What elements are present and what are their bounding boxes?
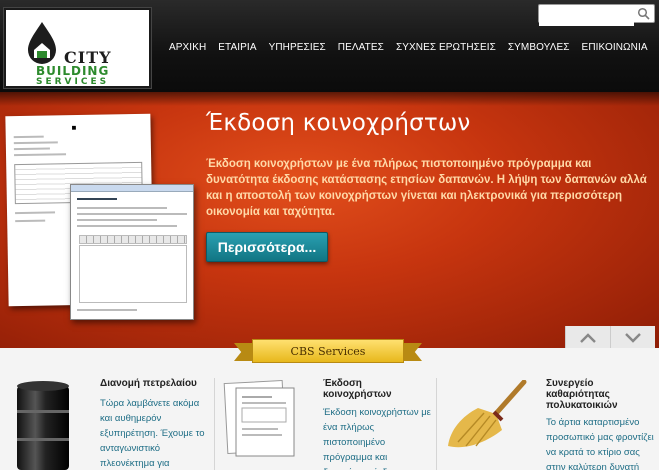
nav-item-home[interactable]: ΑΡΧΙΚΗ — [163, 42, 212, 53]
nav-item-tips[interactable]: ΣΥΜΒΟΥΛΕΣ — [502, 42, 576, 53]
nav-item-clients[interactable]: ΠΕΛΑΤΕΣ — [332, 42, 390, 53]
card-divider — [214, 378, 215, 470]
logo-word-services: SERVICES — [36, 77, 110, 87]
form-line — [77, 225, 177, 227]
email-form-image — [70, 184, 194, 320]
card-divider — [436, 378, 437, 470]
search-box — [538, 4, 655, 26]
hero-description: Έκδοση κοινοχρήστων με ένα πλήρως πιστοπ… — [206, 158, 647, 218]
house-drop-icon — [28, 22, 56, 64]
form-line — [77, 219, 157, 221]
service-text: Το άρτια καταρτισμένο προσωπικό μας φρον… — [546, 417, 654, 470]
form-line — [77, 198, 117, 200]
nav-item-faq[interactable]: ΣΥΧΝΕΣ ΕΡΩΤΗΣΕΙΣ — [390, 42, 502, 53]
form-line — [77, 309, 137, 311]
section-ribbon: CBS Services — [234, 339, 422, 365]
hero-title: Έκδοση κοινοχρήστων — [206, 110, 471, 136]
form-line — [77, 213, 187, 215]
document-line — [15, 219, 46, 223]
slider-prev-button[interactable] — [565, 326, 610, 350]
header: CITY BUILDING SERVICES ΑΡΧΙΚΗ ΕΤΑΙΡΙΑ ΥΠ… — [0, 0, 659, 92]
service-title[interactable]: Συνεργείο καθαριότητας πολυκατοικιών — [546, 378, 656, 411]
chevron-up-icon — [580, 333, 596, 343]
chevron-down-icon — [625, 333, 641, 343]
hero-shadow — [0, 92, 659, 106]
slider-next-button[interactable] — [610, 326, 655, 350]
service-text: Τώρα λαμβάνετε ακόμα και αυθημερόν εξυπη… — [100, 398, 205, 469]
editor-toolbar — [79, 235, 187, 244]
form-titlebar — [71, 185, 193, 192]
hero-slide: ■ Έκδοση κοινοχρήστων Έκδοση κοινοχρήστω… — [0, 92, 659, 348]
service-title[interactable]: Έκδοση κοινοχρήστων — [323, 378, 423, 400]
documents-icon — [223, 380, 295, 457]
editor-area — [79, 245, 187, 303]
service-text: Έκδοση κοινοχρήστων με ένα πλήρως πιστοπ… — [323, 407, 431, 470]
search-icon[interactable] — [637, 7, 650, 20]
broom-icon — [448, 380, 527, 448]
nav-item-services[interactable]: ΥΠΗΡΕΣΙΕΣ — [263, 42, 332, 53]
slider-controls — [565, 326, 655, 350]
document-line — [13, 147, 50, 151]
document-line — [13, 135, 44, 139]
form-line — [77, 207, 167, 209]
document-line — [14, 153, 67, 157]
site-logo[interactable]: CITY BUILDING SERVICES — [4, 8, 151, 88]
main-nav: ΑΡΧΙΚΗ ΕΤΑΙΡΙΑ ΥΠΗΡΕΣΙΕΣ ΠΕΛΑΤΕΣ ΣΥΧΝΕΣ … — [163, 42, 654, 53]
logo-word-building: BUILDING — [36, 64, 110, 78]
service-title[interactable]: Διανομή πετρελαίου — [100, 378, 220, 389]
nav-item-contact[interactable]: ΕΠΙΚΟΙΝΩΝΙΑ — [576, 42, 654, 53]
oil-barrel-icon — [17, 381, 69, 470]
document-heading-mark: ■ — [71, 125, 77, 132]
document-line — [13, 141, 58, 145]
more-button[interactable]: Περισσότερα... — [206, 232, 328, 262]
document-line — [15, 211, 56, 215]
section-title: CBS Services — [252, 339, 404, 363]
nav-item-company[interactable]: ΕΤΑΙΡΙΑ — [212, 42, 262, 53]
search-input[interactable] — [539, 9, 634, 26]
